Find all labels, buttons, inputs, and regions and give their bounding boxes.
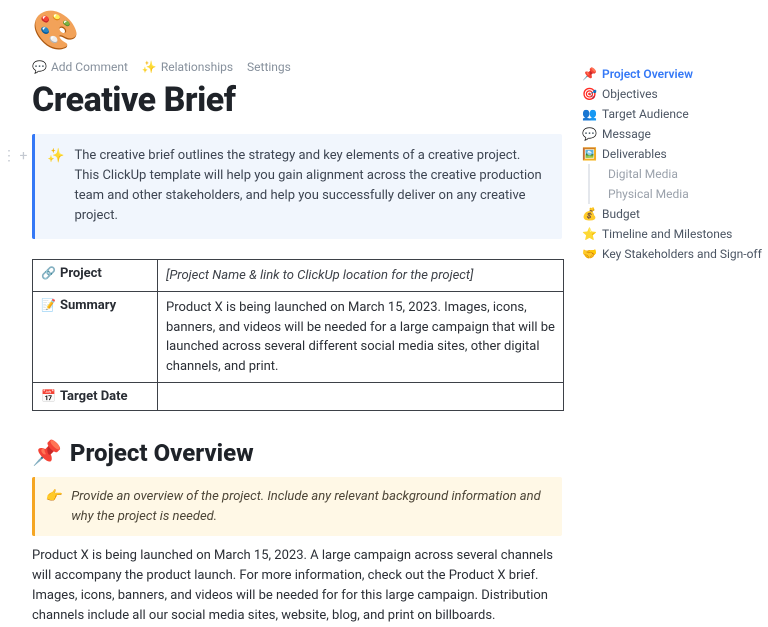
link-icon: 🔗 bbox=[41, 266, 56, 280]
project-value-cell[interactable]: [Project Name & link to ClickUp location… bbox=[158, 259, 564, 292]
nav-item-digital-media[interactable]: Digital Media bbox=[588, 164, 762, 184]
outline-sidebar: 📌 Project Overview 🎯 Objectives 👥 Target Audi… bbox=[582, 64, 762, 264]
nav-item-project-overview[interactable]: 📌 Project Overview bbox=[582, 64, 762, 84]
section-tip: 👉 Provide an overview of the project. In… bbox=[32, 477, 562, 536]
settings-button[interactable]: Settings bbox=[247, 60, 291, 74]
comment-icon: 💬 bbox=[32, 60, 47, 74]
nav-item-timeline-and-milestones[interactable]: ⭐ Timeline and Milestones bbox=[582, 224, 762, 244]
tip-text: Provide an overview of the project. Incl… bbox=[71, 487, 548, 526]
nav-icon: 📌 bbox=[582, 67, 596, 81]
nav-icon: 🎯 bbox=[582, 87, 596, 101]
section-title: Project Overview bbox=[70, 439, 254, 467]
relationships-label: Relationships bbox=[161, 60, 233, 74]
relationships-button[interactable]: ✨ Relationships bbox=[142, 60, 233, 74]
nav-item-budget[interactable]: 💰 Budget bbox=[582, 204, 762, 224]
add-block-gutter[interactable]: ⋮ + bbox=[2, 148, 27, 164]
nav-label: Target Audience bbox=[602, 107, 689, 121]
nav-item-message[interactable]: 💬 Message bbox=[582, 124, 762, 144]
nav-label: Digital Media bbox=[608, 167, 678, 181]
nav-item-physical-media[interactable]: Physical Media bbox=[588, 184, 762, 204]
document-main: 🎨 💬 Add Comment ✨ Relationships Settings C… bbox=[28, 12, 566, 627]
add-comment-button[interactable]: 💬 Add Comment bbox=[32, 60, 128, 74]
sparkle-icon: ✨ bbox=[47, 146, 64, 227]
table-row: 📅Target Date bbox=[33, 383, 564, 411]
nav-label: Project Overview bbox=[602, 67, 693, 81]
nav-icon: 👥 bbox=[582, 107, 596, 121]
table-row: 🔗Project [Project Name & link to ClickUp… bbox=[33, 259, 564, 292]
nav-item-objectives[interactable]: 🎯 Objectives bbox=[582, 84, 762, 104]
section-body-text[interactable]: Product X is being launched on March 15,… bbox=[28, 546, 566, 627]
section-heading: 📌 Project Overview bbox=[32, 439, 566, 467]
project-label-cell: 🔗Project bbox=[33, 259, 158, 292]
page-title: Creative Brief bbox=[32, 80, 566, 120]
nav-icon: 💰 bbox=[582, 207, 596, 221]
calendar-icon: 📅 bbox=[41, 389, 56, 403]
memo-icon: 📝 bbox=[41, 298, 56, 312]
nav-item-key-stakeholders-and-sign-off[interactable]: 🤝 Key Stakeholders and Sign-off bbox=[582, 244, 762, 264]
target-value-cell[interactable] bbox=[158, 383, 564, 411]
intro-callout: ✨ The creative brief outlines the strate… bbox=[32, 134, 562, 239]
nav-icon: 🖼️ bbox=[582, 147, 596, 161]
nav-icon: 💬 bbox=[582, 127, 596, 141]
nav-label: Budget bbox=[602, 207, 640, 221]
nav-icon: ⭐ bbox=[582, 227, 596, 241]
callout-text: The creative brief outlines the strategy… bbox=[74, 146, 546, 227]
target-label-cell: 📅Target Date bbox=[33, 383, 158, 411]
nav-icon: 🤝 bbox=[582, 247, 596, 261]
summary-value-cell[interactable]: Product X is being launched on March 15,… bbox=[158, 292, 564, 383]
wand-icon: ✨ bbox=[142, 60, 157, 74]
pointer-icon: 👉 bbox=[45, 487, 61, 526]
doc-icon-emoji[interactable]: 🎨 bbox=[32, 12, 566, 50]
project-info-table: 🔗Project [Project Name & link to ClickUp… bbox=[32, 259, 564, 412]
add-comment-label: Add Comment bbox=[51, 60, 128, 74]
nav-item-target-audience[interactable]: 👥 Target Audience bbox=[582, 104, 762, 124]
nav-label: Timeline and Milestones bbox=[602, 227, 732, 241]
nav-label: Objectives bbox=[602, 87, 658, 101]
nav-label: Deliverables bbox=[602, 147, 667, 161]
nav-label: Message bbox=[602, 127, 651, 141]
table-row: 📝Summary Product X is being launched on … bbox=[33, 292, 564, 383]
doc-toolbar: 💬 Add Comment ✨ Relationships Settings bbox=[32, 60, 566, 74]
pushpin-icon: 📌 bbox=[32, 439, 62, 467]
nav-label: Key Stakeholders and Sign-off bbox=[602, 247, 762, 261]
settings-label: Settings bbox=[247, 60, 291, 74]
nav-item-deliverables[interactable]: 🖼️ Deliverables bbox=[582, 144, 762, 164]
summary-label-cell: 📝Summary bbox=[33, 292, 158, 383]
nav-label: Physical Media bbox=[608, 187, 689, 201]
